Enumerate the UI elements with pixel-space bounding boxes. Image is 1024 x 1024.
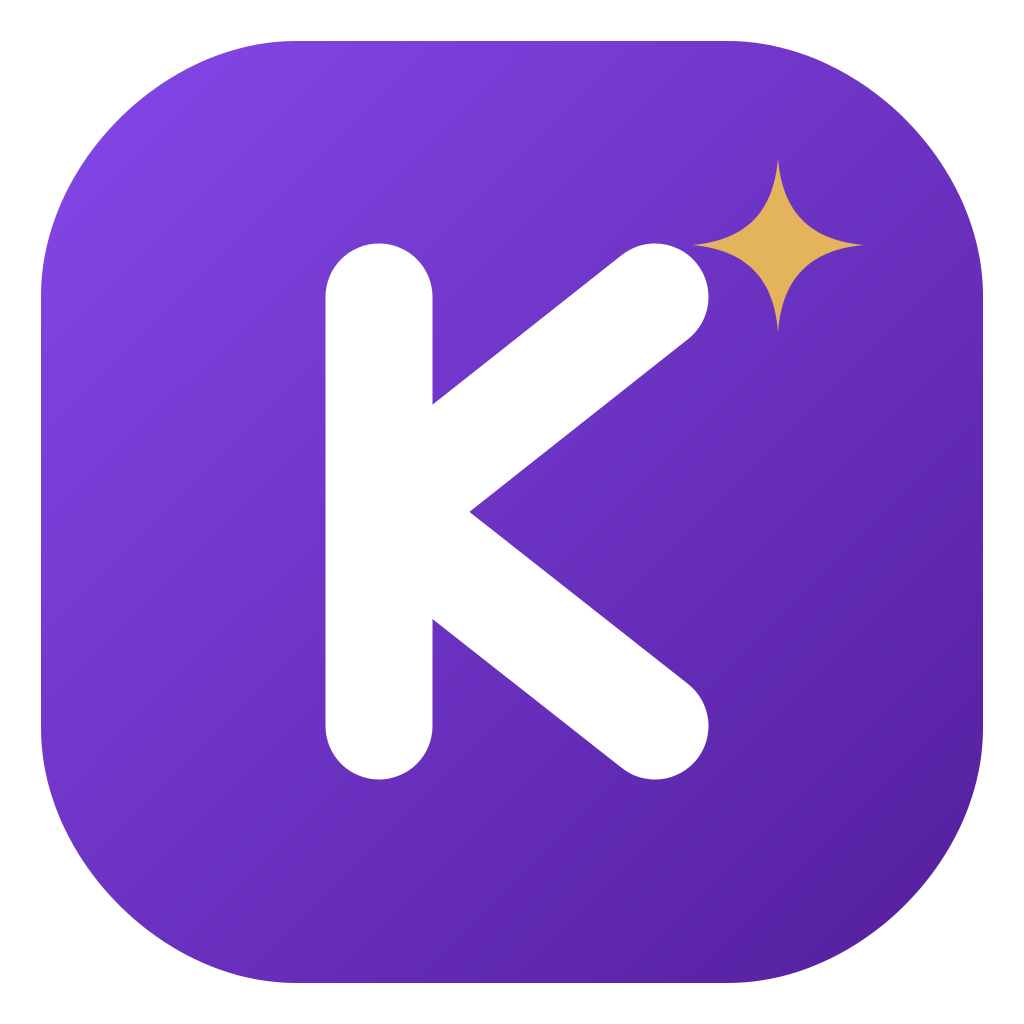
app-icon	[41, 41, 983, 983]
app-icon-background	[41, 41, 983, 983]
app-icon-canvas	[0, 0, 1024, 1024]
